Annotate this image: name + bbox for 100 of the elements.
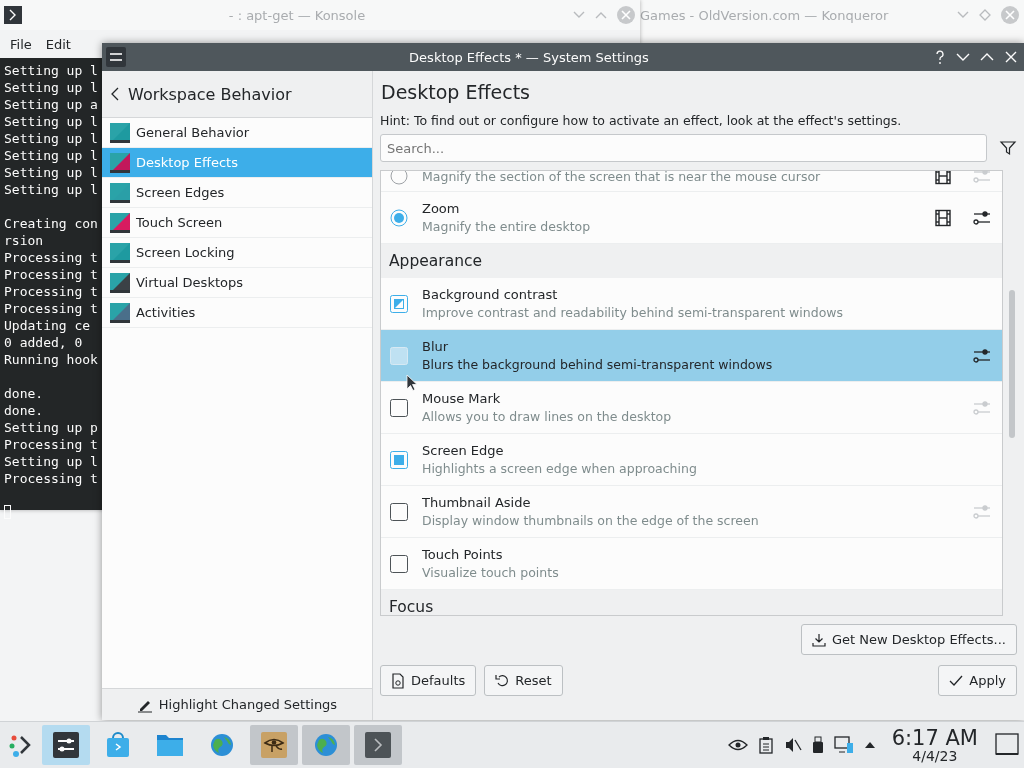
terminal-line: Updating ce bbox=[4, 317, 91, 334]
terminal-line: Setting up l bbox=[4, 62, 98, 79]
effect-name: Touch Points bbox=[422, 547, 504, 562]
network-icon[interactable] bbox=[833, 736, 854, 754]
defaults-button[interactable]: Defaults bbox=[380, 665, 477, 696]
category-icon bbox=[110, 212, 130, 233]
terminal-line: Setting up l bbox=[4, 130, 98, 147]
terminal-line: Setting up l bbox=[4, 164, 98, 181]
radio-button[interactable] bbox=[390, 208, 408, 227]
effect-name: Background contrast bbox=[422, 287, 559, 302]
checkbox[interactable] bbox=[390, 502, 408, 521]
terminal-line: Setting up p bbox=[4, 419, 98, 436]
effect-row[interactable]: Blur Blurs the background behind semi-transparent windows bbox=[381, 330, 1002, 382]
terminal-line: 0 added, 0 bbox=[4, 334, 83, 351]
category-icon bbox=[110, 152, 130, 173]
reset-button[interactable]: Reset bbox=[484, 665, 563, 696]
text-cursor bbox=[4, 505, 11, 519]
film-icon[interactable] bbox=[934, 208, 952, 227]
terminal-line: done. bbox=[4, 385, 44, 402]
mouse-cursor-icon bbox=[406, 374, 418, 392]
menu-item[interactable]: Edit bbox=[38, 36, 78, 52]
terminal-line: Setting up l bbox=[4, 113, 98, 130]
effect-row[interactable]: Mouse Mark Allows you to draw lines on the desktop bbox=[381, 382, 1002, 434]
effect-description: Allows you to draw lines on the desktop bbox=[422, 409, 673, 424]
terminal-line: Setting up l bbox=[4, 79, 98, 96]
effect-name: Blur bbox=[422, 339, 450, 354]
minimize-icon[interactable] bbox=[954, 51, 972, 63]
category-title: Workspace Behavior bbox=[128, 84, 292, 104]
maximize-icon[interactable] bbox=[978, 51, 996, 63]
film-icon[interactable] bbox=[934, 171, 952, 185]
sidebar-item[interactable]: Activities bbox=[102, 298, 372, 328]
clock-time[interactable]: 6:17 AM bbox=[891, 726, 978, 749]
checkbox[interactable] bbox=[390, 554, 408, 573]
filter-icon[interactable] bbox=[999, 139, 1017, 157]
checkbox[interactable] bbox=[390, 294, 408, 313]
checkbox[interactable] bbox=[390, 398, 408, 417]
back-icon[interactable] bbox=[110, 87, 120, 101]
terminal-line: Running hook bbox=[4, 351, 98, 368]
get-new-effects-button[interactable]: Get New Desktop Effects... bbox=[800, 624, 1017, 655]
terminal-line: Setting up l bbox=[4, 181, 98, 198]
terminal-line: Processing t bbox=[4, 470, 98, 487]
category-icon bbox=[110, 302, 130, 323]
sidebar-item[interactable]: Virtual Desktops bbox=[102, 268, 372, 298]
effect-description: Blurs the background behind semi-transparent windows bbox=[422, 357, 774, 372]
sidebar-item[interactable]: Touch Screen bbox=[102, 208, 372, 238]
terminal-line: Processing t bbox=[4, 436, 98, 453]
radio-button[interactable] bbox=[390, 171, 408, 185]
effect-row[interactable]: Screen Edge Highlights a screen edge when approaching bbox=[381, 434, 1002, 486]
terminal-line: Setting up a bbox=[4, 96, 98, 113]
effect-description: Improve contrast and readability behind semi-transparent windows bbox=[422, 305, 845, 320]
group-header: Focus bbox=[381, 590, 1002, 615]
usb-drive-icon[interactable] bbox=[811, 736, 824, 754]
document-icon bbox=[391, 672, 405, 689]
eye-app-icon bbox=[260, 731, 288, 759]
effect-name: Thumbnail Aside bbox=[422, 495, 532, 510]
expand-tray-icon[interactable] bbox=[863, 741, 876, 749]
checkbox[interactable] bbox=[390, 450, 408, 469]
effect-name: Zoom bbox=[422, 201, 461, 216]
hint-text: Hint: To find out or configure how to activate an effect, look at the effect's settings. bbox=[380, 112, 903, 130]
effect-row[interactable]: Magnify the section of the screen that is near the mouse cursor bbox=[381, 171, 1002, 192]
menu-item[interactable]: File bbox=[3, 36, 39, 52]
show-desktop-icon[interactable] bbox=[994, 732, 1020, 758]
checkmark-icon bbox=[949, 674, 964, 687]
effect-description: Magnify the section of the screen that is near the mouse cursor bbox=[422, 171, 822, 184]
terminal-line: Processing t bbox=[4, 249, 98, 266]
terminal-icon bbox=[364, 731, 392, 759]
apply-button[interactable]: Apply bbox=[938, 665, 1017, 696]
terminal-line: done. bbox=[4, 402, 44, 419]
terminal-line: Creating con bbox=[4, 215, 98, 232]
effect-description: Highlights a screen edge when approaching bbox=[422, 461, 698, 476]
category-icon bbox=[110, 122, 130, 143]
effect-row[interactable]: Thumbnail Aside Display window thumbnails on the edge of the screen bbox=[381, 486, 1002, 538]
terminal-line: Setting up l bbox=[4, 453, 98, 470]
settings-app-icon bbox=[106, 47, 126, 67]
effect-description: Magnify the entire desktop bbox=[422, 219, 592, 234]
terminal-line: rsion bbox=[4, 232, 44, 249]
category-icon bbox=[110, 182, 130, 203]
muted-speaker-icon[interactable] bbox=[783, 736, 802, 754]
window-title: - : apt-get — Konsole bbox=[227, 7, 367, 23]
effect-description: Visualize touch points bbox=[422, 565, 560, 580]
sidebar-item[interactable]: Screen Edges bbox=[102, 178, 372, 208]
clipboard-icon[interactable] bbox=[757, 736, 774, 754]
clock-date[interactable]: 4/4/23 bbox=[912, 748, 958, 764]
globe-icon bbox=[209, 732, 235, 758]
undo-icon bbox=[495, 673, 510, 688]
window-title: Desktop Effects * — System Settings bbox=[408, 49, 650, 65]
effect-description: Display window thumbnails on the edge of the screen bbox=[422, 513, 760, 528]
search-field[interactable]: Search... bbox=[380, 134, 987, 162]
page-title: Desktop Effects bbox=[380, 80, 531, 105]
task-button[interactable] bbox=[250, 725, 298, 765]
effect-name: Screen Edge bbox=[422, 443, 505, 458]
terminal-line: Processing t bbox=[4, 300, 98, 317]
task-button[interactable] bbox=[42, 725, 90, 765]
settings-app-icon bbox=[52, 731, 80, 759]
category-icon bbox=[110, 272, 130, 293]
sidebar-item[interactable]: Screen Locking bbox=[102, 238, 372, 268]
category-icon bbox=[110, 242, 130, 263]
terminal-line: Setting up l bbox=[4, 147, 98, 164]
eye-icon[interactable] bbox=[727, 737, 748, 753]
scrollbar-thumb[interactable] bbox=[1009, 290, 1015, 438]
